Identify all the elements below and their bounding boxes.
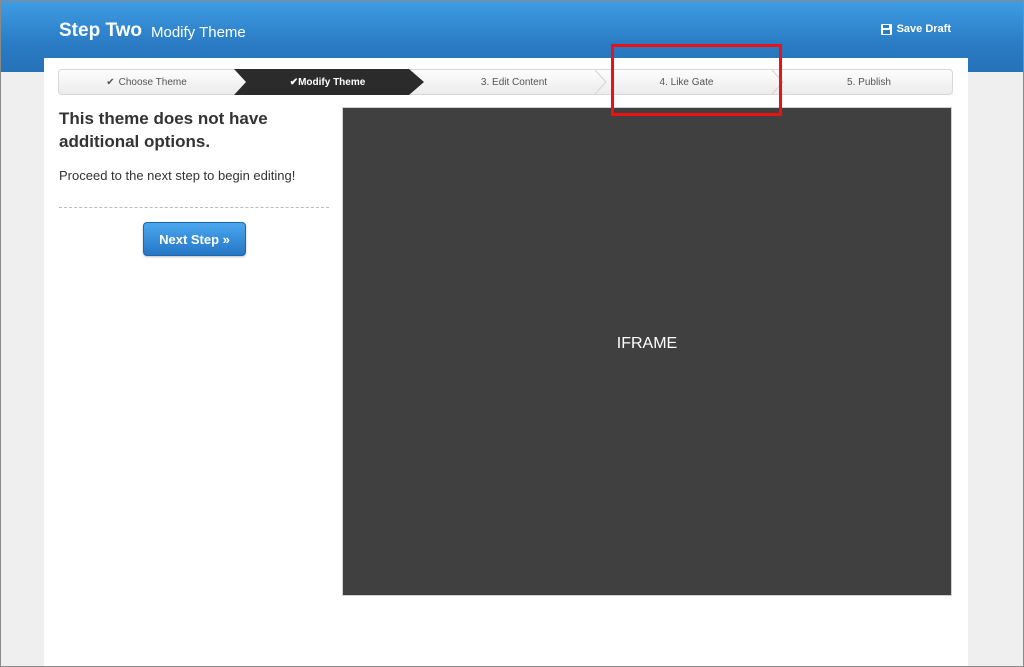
step-progress-bar: ✔ Choose Theme ✔ Modify Theme 3. Edit Co… <box>58 69 953 95</box>
save-draft-label: Save Draft <box>896 23 951 35</box>
iframe-label: IFRAME <box>616 334 678 352</box>
next-step-button[interactable]: Next Step » <box>143 222 246 256</box>
step-label: Choose Theme <box>118 76 187 88</box>
proceed-text: Proceed to the next step to begin editin… <box>59 168 296 183</box>
checkmark-icon: ✔ <box>106 76 115 88</box>
step-choose-theme[interactable]: ✔ Choose Theme <box>59 70 234 94</box>
save-draft-button[interactable]: Save Draft <box>880 23 951 35</box>
divider <box>59 207 329 208</box>
highlight-box <box>611 44 782 116</box>
step-edit-content[interactable]: 3. Edit Content <box>424 70 604 94</box>
step-title: Step Two <box>59 20 143 41</box>
step-subtitle: Modify Theme <box>151 24 246 41</box>
options-heading: This theme does not have additional opti… <box>59 109 268 151</box>
theme-preview-iframe[interactable]: IFRAME <box>342 107 952 596</box>
step-modify-theme[interactable]: ✔ Modify Theme <box>234 69 424 95</box>
checkmark-icon: ✔ <box>289 76 299 88</box>
step-label: 3. Edit Content <box>480 76 548 88</box>
step-publish[interactable]: 5. Publish <box>784 70 954 94</box>
step-label: Modify Theme <box>298 76 366 88</box>
floppy-disk-icon <box>880 23 892 35</box>
step-label: 5. Publish <box>847 76 891 88</box>
